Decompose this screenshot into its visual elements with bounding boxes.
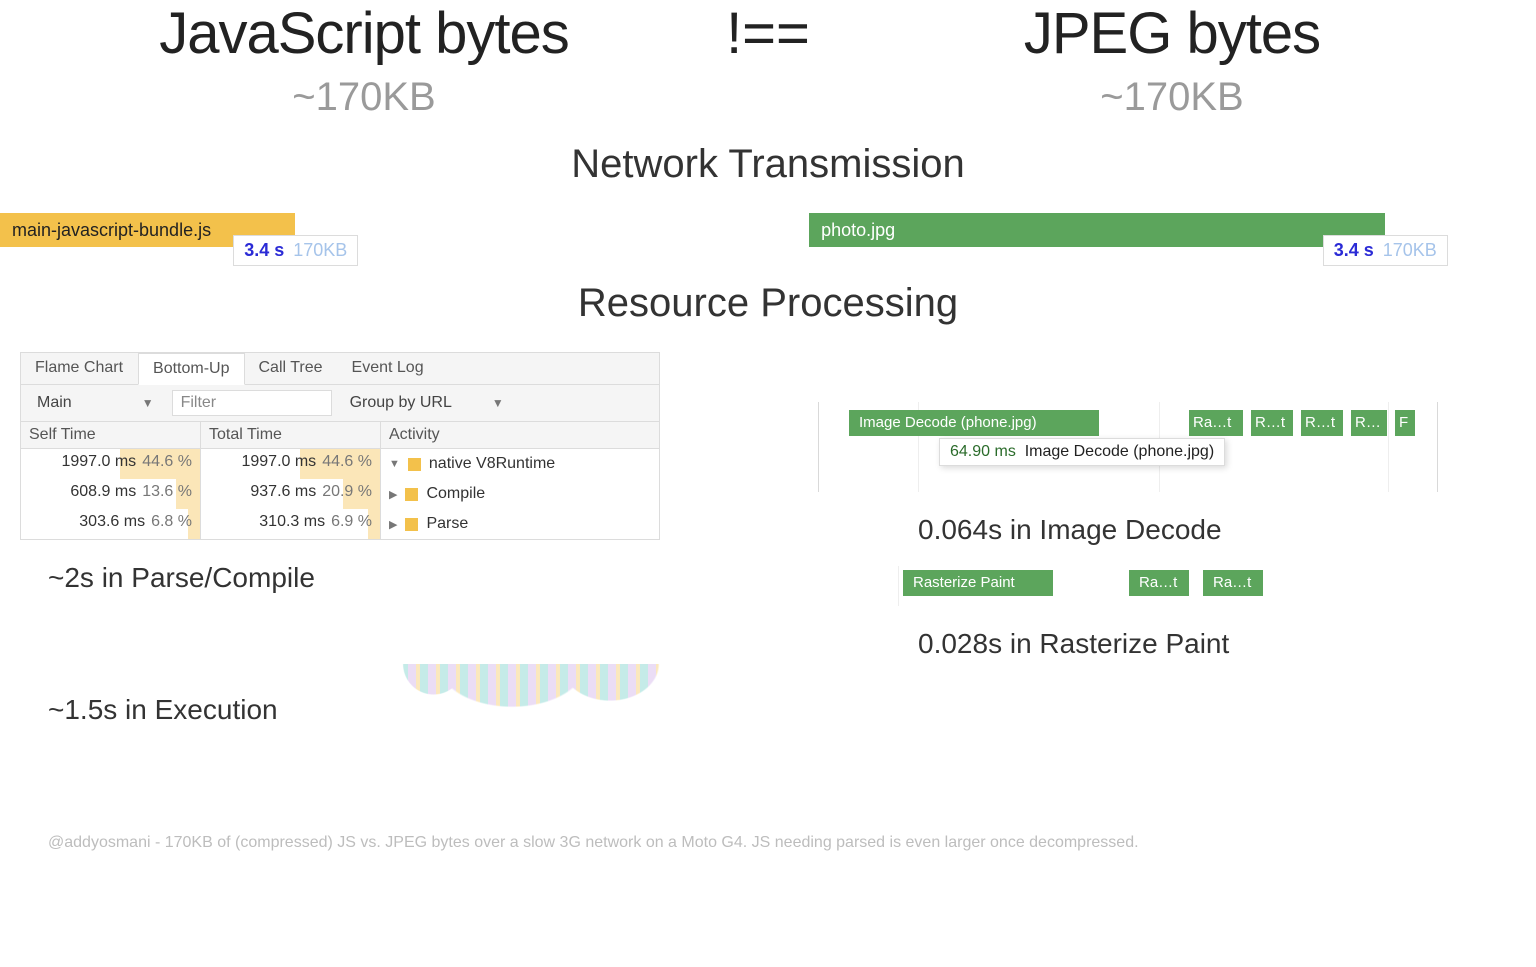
stat-rasterize: 0.028s in Rasterize Paint — [918, 628, 1516, 660]
jpg-time: 3.4 s — [1334, 240, 1374, 260]
rasterize-lane: Rasterize Paint Ra…t Ra…t — [898, 566, 1378, 606]
heading-row: JavaScript bytes ~170KB !== JPEG bytes ~… — [0, 0, 1536, 120]
section-processing: Resource Processing — [0, 281, 1536, 326]
image-decode-tooltip: 64.90 ms Image Decode (phone.jpg) — [939, 438, 1225, 466]
jpg-bar: photo.jpg — [809, 213, 1385, 247]
processing-row: Flame Chart Bottom-Up Call Tree Event Lo… — [0, 352, 1536, 804]
jpg-size: 170KB — [1383, 240, 1437, 260]
segment-image-decode: Image Decode (phone.jpg) — [849, 410, 1099, 436]
chevron-down-icon: ▼ — [492, 396, 504, 410]
devtools-tabs: Flame Chart Bottom-Up Call Tree Event Lo… — [21, 353, 659, 385]
activity-label: Parse — [426, 515, 468, 533]
size-jpeg: ~170KB — [868, 75, 1476, 120]
col-self-time[interactable]: Self Time — [21, 422, 201, 448]
activity-label: native V8Runtime — [429, 455, 555, 473]
title-jpeg: JPEG bytes — [868, 0, 1476, 67]
disclosure-icon[interactable]: ▼ — [389, 458, 400, 470]
group-by-select[interactable]: Group by URL ▼ — [342, 392, 512, 414]
segment-rasterize-2: Ra…t — [1203, 570, 1263, 596]
js-timing-badge: 3.4 s 170KB — [233, 235, 358, 266]
table-row[interactable]: 608.9 ms13.6 %937.6 ms20.9 %▶Compile — [21, 479, 659, 509]
tab-flame-chart[interactable]: Flame Chart — [21, 353, 138, 384]
chevron-down-icon: ▼ — [142, 396, 154, 410]
category-swatch-icon — [405, 488, 418, 501]
footer-credit: @addyosmani - 170KB of (compressed) JS v… — [0, 804, 1536, 852]
tooltip-ms: 64.90 ms — [950, 443, 1016, 460]
jpg-timing-badge: 3.4 s 170KB — [1323, 235, 1448, 266]
segment-raster-2: R…t — [1301, 410, 1343, 436]
heading-neq: !== — [668, 0, 868, 67]
heading-js: JavaScript bytes ~170KB — [60, 0, 668, 120]
category-swatch-icon — [405, 518, 418, 531]
stat-image-decode: 0.064s in Image Decode — [918, 514, 1516, 546]
image-decode-lane: Image Decode (phone.jpg) Ra…t R…t R…t R…… — [818, 402, 1438, 492]
tab-event-log[interactable]: Event Log — [338, 353, 439, 384]
segment-raster-4: F — [1395, 410, 1415, 436]
devtools-controls: Main ▼ Filter Group by URL ▼ — [21, 385, 659, 422]
devtools-columns: Self Time Total Time Activity — [21, 422, 659, 449]
js-size: 170KB — [293, 240, 347, 260]
not-equal: !== — [668, 0, 868, 67]
size-js: ~170KB — [60, 75, 668, 120]
group-by-label: Group by URL — [350, 394, 452, 412]
processing-js-col: Flame Chart Bottom-Up Call Tree Event Lo… — [20, 352, 738, 804]
tooltip-label: Image Decode (phone.jpg) — [1025, 443, 1214, 460]
network-row: main-javascript-bundle.js 3.4 s 170KB ph… — [0, 213, 1536, 259]
heading-jpeg: JPEG bytes ~170KB — [868, 0, 1476, 120]
thread-select-label: Main — [37, 394, 72, 412]
title-js: JavaScript bytes — [60, 0, 668, 67]
activity-label: Compile — [426, 485, 485, 503]
flame-chart-thumbnail — [400, 664, 680, 804]
segment-raster-3: R… — [1351, 410, 1387, 436]
table-row[interactable]: 303.6 ms6.8 %310.3 ms6.9 %▶Parse — [21, 509, 659, 539]
col-activity[interactable]: Activity — [381, 422, 659, 448]
col-total-time[interactable]: Total Time — [201, 422, 381, 448]
disclosure-icon[interactable]: ▶ — [389, 518, 397, 531]
js-time: 3.4 s — [244, 240, 284, 260]
category-swatch-icon — [408, 458, 421, 471]
table-row[interactable]: 1997.0 ms44.6 %1997.0 ms44.6 %▼native V8… — [21, 449, 659, 479]
section-network: Network Transmission — [0, 142, 1536, 187]
thread-select[interactable]: Main ▼ — [29, 392, 162, 414]
segment-raster-1: R…t — [1251, 410, 1293, 436]
network-js-col: main-javascript-bundle.js 3.4 s 170KB — [0, 213, 738, 247]
network-jpg-col: photo.jpg 3.4 s 170KB — [798, 213, 1536, 247]
stat-parse-compile: ~2s in Parse/Compile — [48, 562, 738, 594]
processing-jpeg-col: Image Decode (phone.jpg) Ra…t R…t R…t R…… — [798, 352, 1516, 804]
filter-input[interactable]: Filter — [172, 390, 332, 416]
devtools-panel: Flame Chart Bottom-Up Call Tree Event Lo… — [20, 352, 660, 540]
tab-call-tree[interactable]: Call Tree — [245, 353, 338, 384]
devtools-rows: 1997.0 ms44.6 %1997.0 ms44.6 %▼native V8… — [21, 449, 659, 539]
tab-bottom-up[interactable]: Bottom-Up — [138, 353, 244, 385]
segment-rasterize-0: Rasterize Paint — [903, 570, 1053, 596]
segment-raster-0: Ra…t — [1189, 410, 1243, 436]
segment-rasterize-1: Ra…t — [1129, 570, 1189, 596]
disclosure-icon[interactable]: ▶ — [389, 488, 397, 501]
